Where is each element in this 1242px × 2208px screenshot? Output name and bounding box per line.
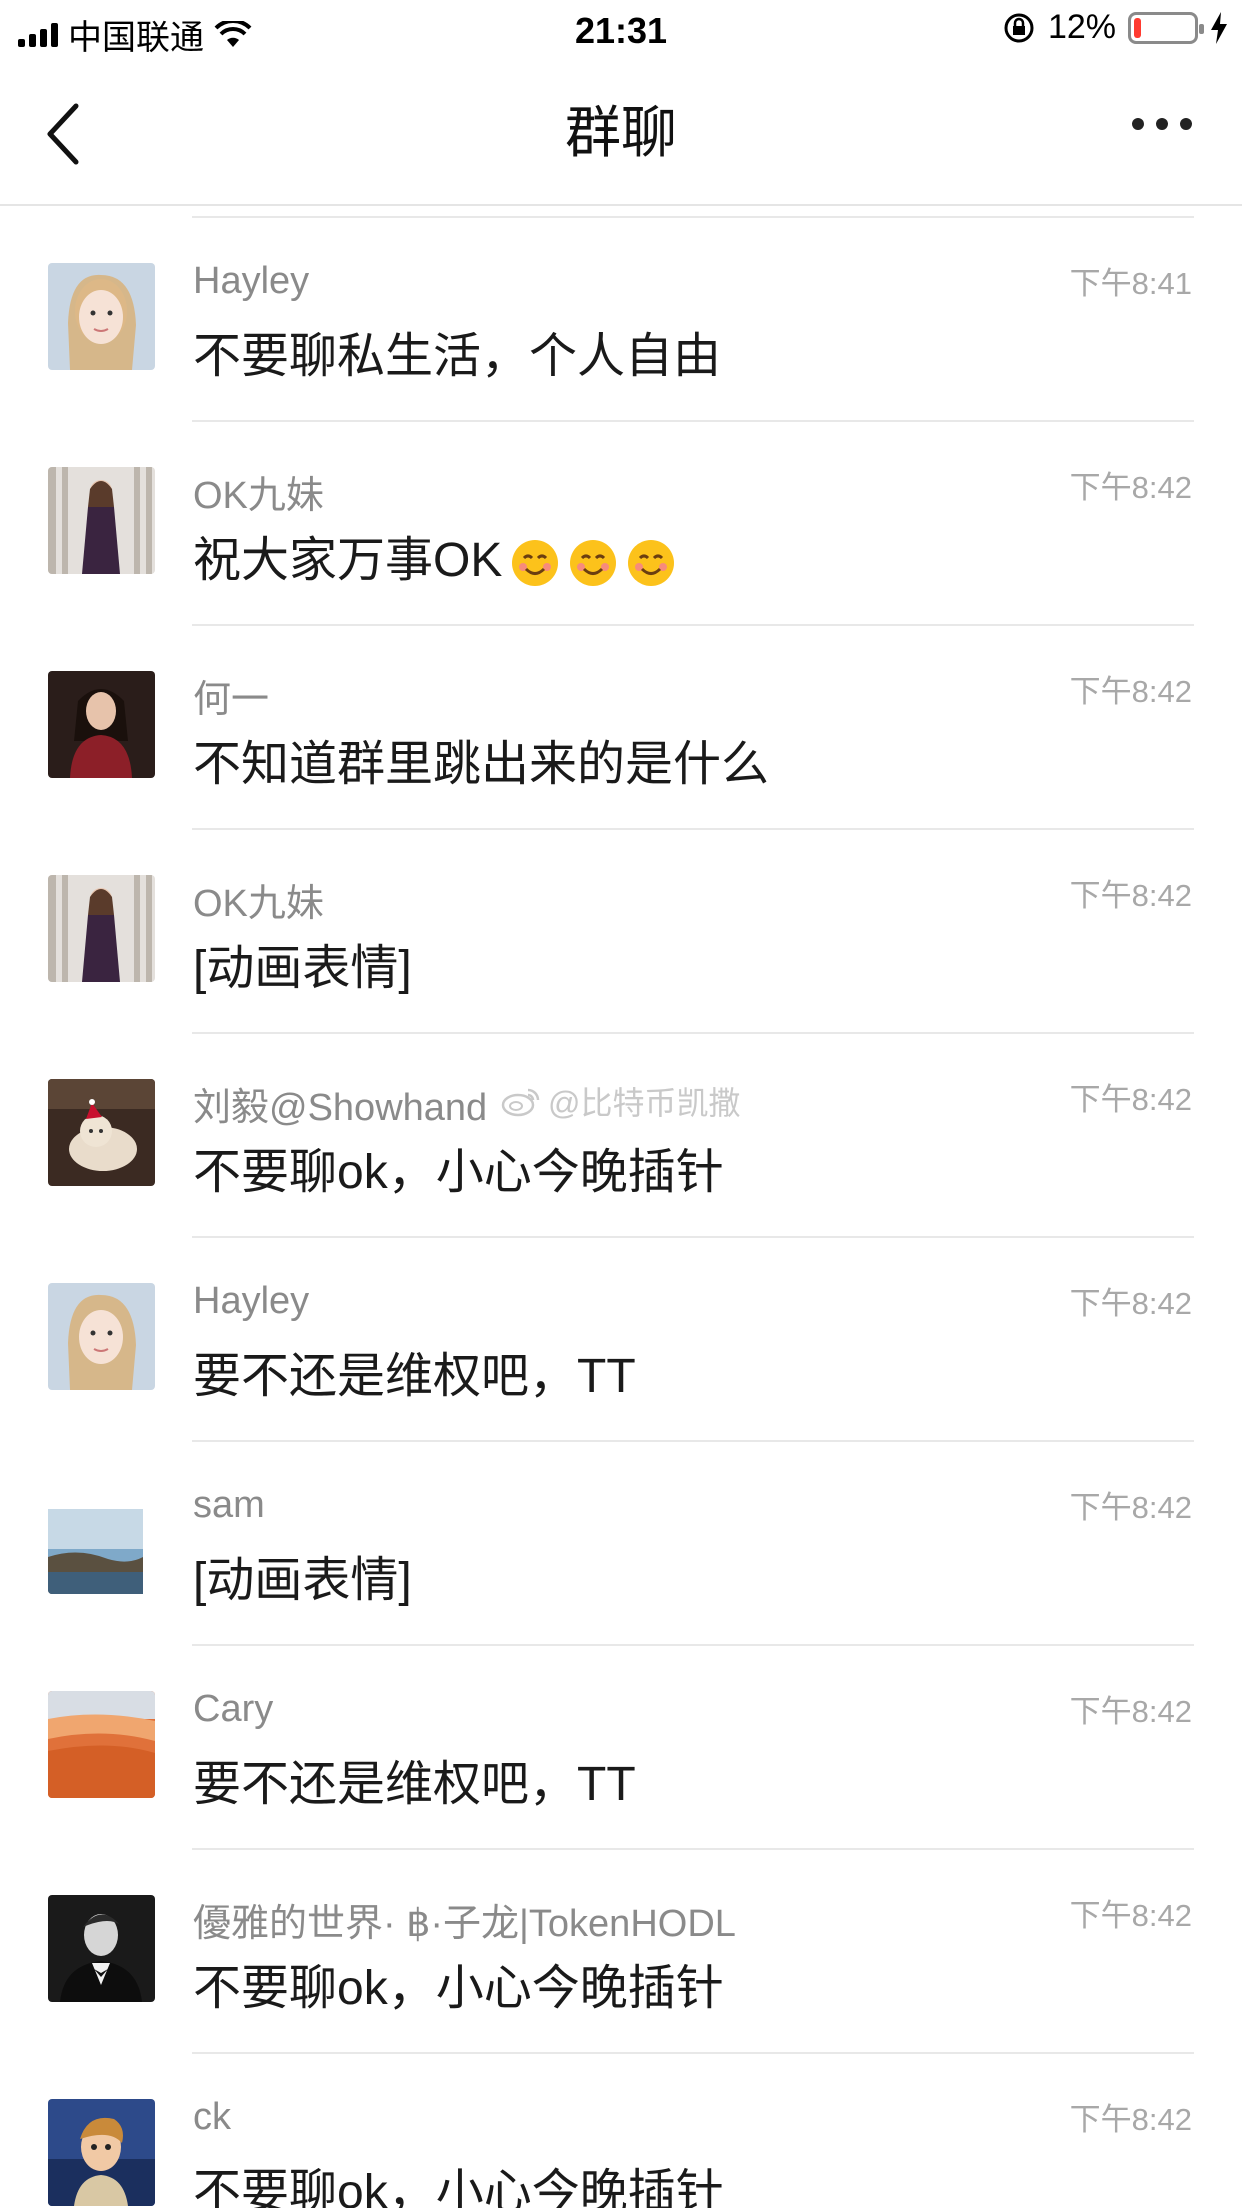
message-text: 不要聊ok，小心今晚插针	[193, 1146, 724, 1199]
watermark: @比特币凯撒	[500, 1078, 741, 1124]
sender-name: Hayley	[193, 260, 310, 302]
avatar[interactable]	[48, 1283, 155, 1390]
message-text: 不要聊ok，小心今晚插针	[193, 1962, 724, 2015]
sender-name: 優雅的世界· ฿·子龙|TokenHODL	[193, 1903, 736, 1945]
message-time: 下午8:42	[1069, 674, 1192, 709]
avatar[interactable]	[48, 875, 155, 982]
message-time: 下午8:42	[1069, 1082, 1192, 1117]
avatar[interactable]	[48, 2099, 155, 2206]
message-text: 不要聊ok，小心今晚插针	[193, 2166, 724, 2208]
sender-name: 何一	[193, 679, 270, 721]
message-time: 下午8:42	[1069, 878, 1192, 913]
message-text-with-emoji: 祝大家万事OK	[193, 520, 676, 590]
watermark-text: @比特币凯撒	[548, 1085, 741, 1121]
message-text: 不要聊私生活，个人自由	[193, 330, 722, 383]
sender-name: Hayley	[193, 1280, 310, 1322]
battery-percent: 12%	[1047, 8, 1116, 46]
smiling-emoji-icon	[570, 540, 617, 587]
message-row[interactable]: 優雅的世界· ฿·子龙|TokenHODL 下午8:42 不要聊ok，小心今晚插…	[0, 1850, 1242, 2054]
avatar[interactable]	[48, 1079, 155, 1186]
avatar[interactable]	[48, 467, 155, 574]
message-time: 下午8:42	[1069, 1490, 1192, 1525]
smiling-emoji-icon	[512, 540, 559, 587]
message-text: 不知道群里跳出来的是什么	[193, 738, 770, 791]
sender-name: ck	[193, 2096, 231, 2138]
page-title: 群聊	[565, 101, 677, 164]
avatar[interactable]: B	[48, 1487, 155, 1594]
avatar[interactable]	[48, 671, 155, 778]
message-text: [动画表情]	[193, 1554, 412, 1607]
sender-name: OK九妹	[193, 883, 324, 925]
message-time: 下午8:42	[1069, 1286, 1192, 1321]
sender-name: 刘毅@Showhand	[193, 1087, 488, 1129]
avatar[interactable]	[48, 1691, 155, 1798]
rotation-lock-icon	[1004, 13, 1034, 42]
message-time: 下午8:42	[1069, 470, 1192, 505]
status-right: 12%	[1002, 8, 1228, 47]
avatar[interactable]	[48, 263, 155, 370]
message-list[interactable]: Hayley 下午8:41 不要聊私生活，个人自由 OK九妹 下午8:42 祝大…	[0, 206, 1242, 2208]
message-text: [动画表情]	[193, 942, 412, 995]
battery-level	[1134, 17, 1141, 38]
weibo-icon	[501, 1088, 540, 1117]
avatar[interactable]	[48, 1895, 155, 2002]
message-row[interactable]: 刘毅@Showhand @比特币凯撒 下午8:42 不要聊ok，小心今晚插针	[0, 1034, 1242, 1238]
message-row[interactable]: Hayley 下午8:41 不要聊私生活，个人自由	[0, 218, 1242, 422]
message-row[interactable]: OK九妹 下午8:42 [动画表情]	[0, 830, 1242, 1034]
sender-name: OK九妹	[193, 475, 324, 517]
charging-bolt-icon	[1211, 11, 1227, 44]
battery-icon	[1128, 11, 1204, 44]
message-text: 要不还是维权吧，TT	[193, 1758, 636, 1811]
message-time: 下午8:42	[1069, 1694, 1192, 1729]
nav-bar: 群聊	[0, 62, 1242, 206]
status-bar: 中国联通 21:31 12%	[0, 0, 1242, 62]
smiling-emoji-icon	[628, 540, 675, 587]
message-row[interactable]: 何一 下午8:42 不知道群里跳出来的是什么	[0, 626, 1242, 830]
message-text: 祝大家万事OK	[193, 534, 503, 587]
message-row[interactable]: OK九妹 下午8:42 祝大家万事OK	[0, 422, 1242, 626]
message-time: 下午8:42	[1069, 1898, 1192, 1933]
message-row[interactable]: ck 下午8:42 不要聊ok，小心今晚插针	[0, 2054, 1242, 2208]
message-time: 下午8:42	[1069, 2102, 1192, 2137]
message-time: 下午8:41	[1069, 266, 1192, 301]
sender-name: Cary	[193, 1688, 274, 1730]
message-row[interactable]: B sam 下午8:42 [动画表情]	[0, 1442, 1242, 1646]
more-icon[interactable]	[1132, 114, 1192, 134]
message-row[interactable]: Cary 下午8:42 要不还是维权吧，TT	[0, 1646, 1242, 1850]
message-row[interactable]: Hayley 下午8:42 要不还是维权吧，TT	[0, 1238, 1242, 1442]
message-text: 要不还是维权吧，TT	[193, 1350, 636, 1403]
sender-name: sam	[193, 1484, 265, 1526]
